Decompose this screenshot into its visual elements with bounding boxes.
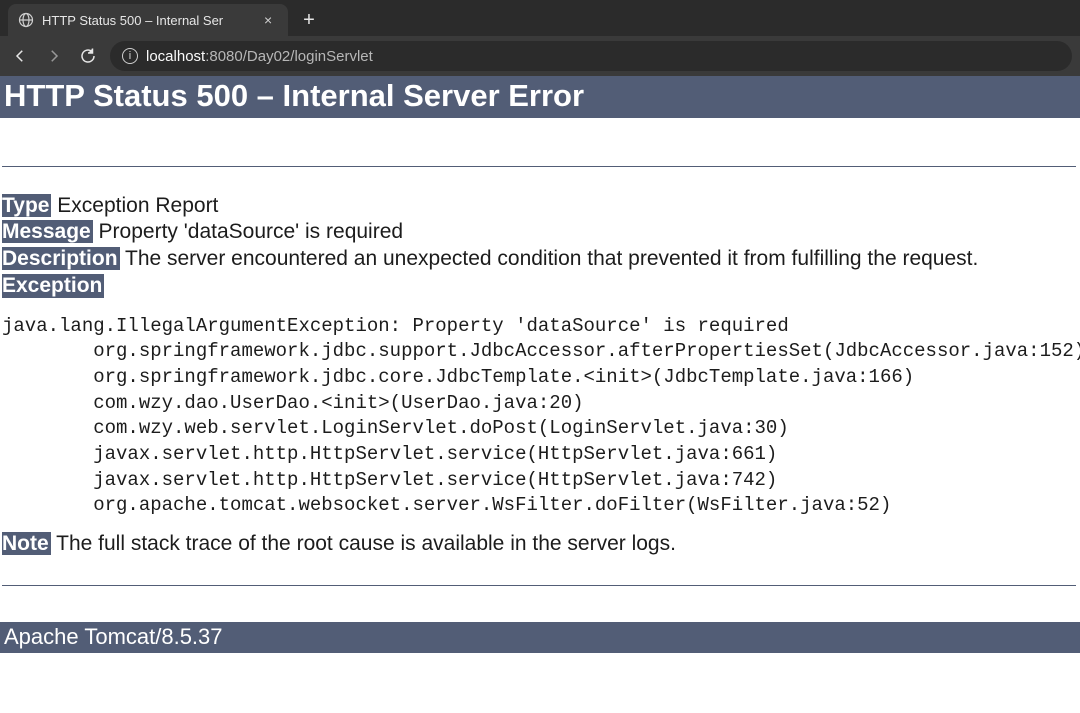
close-icon[interactable]: × [264, 13, 278, 27]
exception-heading: Exception [2, 274, 104, 298]
note-label: Note [2, 532, 51, 555]
message-line: Message Property 'dataSource' is require… [2, 219, 1076, 245]
note-line: Note The full stack trace of the root ca… [2, 531, 1076, 557]
description-label: Description [2, 247, 120, 270]
stack-trace: java.lang.IllegalArgumentException: Prop… [2, 314, 1076, 519]
type-value: Exception Report [51, 194, 218, 217]
globe-icon [18, 12, 34, 28]
back-button[interactable] [8, 44, 32, 68]
forward-button[interactable] [42, 44, 66, 68]
address-bar[interactable]: i localhost:8080/Day02/loginServlet [110, 41, 1072, 71]
new-tab-button[interactable]: + [294, 5, 324, 35]
divider-top [2, 166, 1076, 167]
browser-tabstrip: HTTP Status 500 – Internal Ser × + [0, 0, 1080, 36]
error-body: Type Exception Report Message Property '… [0, 166, 1080, 622]
page-title: HTTP Status 500 – Internal Server Error [0, 76, 1080, 118]
description-line: Description The server encountered an un… [2, 246, 1076, 272]
reload-button[interactable] [76, 44, 100, 68]
divider-bottom [2, 585, 1076, 586]
description-value: The server encountered an unexpected con… [120, 247, 979, 270]
tab-title: HTTP Status 500 – Internal Ser [42, 13, 256, 28]
page-content: HTTP Status 500 – Internal Server Error … [0, 76, 1080, 653]
type-line: Type Exception Report [2, 193, 1076, 219]
url-port: :8080 [205, 48, 243, 65]
type-label: Type [2, 194, 51, 217]
url-text: localhost:8080/Day02/loginServlet [146, 48, 373, 65]
url-host: localhost [146, 48, 205, 65]
url-path: /Day02/loginServlet [243, 48, 373, 65]
message-value: Property 'dataSource' is required [93, 220, 403, 243]
message-label: Message [2, 220, 93, 243]
server-footer: Apache Tomcat/8.5.37 [0, 622, 1080, 653]
site-info-icon[interactable]: i [122, 48, 138, 64]
note-value: The full stack trace of the root cause i… [51, 532, 676, 555]
browser-toolbar: i localhost:8080/Day02/loginServlet [0, 36, 1080, 76]
browser-tab-active[interactable]: HTTP Status 500 – Internal Ser × [8, 4, 288, 36]
